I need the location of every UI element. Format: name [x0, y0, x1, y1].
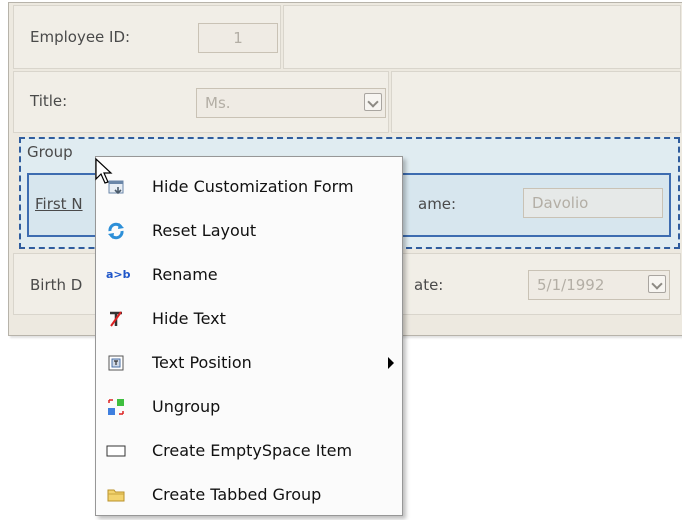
menu-item-label: Hide Customization Form — [152, 177, 354, 196]
employee-id-item[interactable]: Employee ID: 1 — [13, 5, 281, 69]
first-name-label: First N — [35, 195, 83, 213]
title-item[interactable]: Title: Ms. — [13, 71, 389, 133]
menu-item-label: Text Position — [152, 353, 252, 372]
last-name-value: Davolio — [532, 194, 589, 212]
birth-date-label: Birth D — [30, 276, 83, 294]
hire-date-combobox[interactable]: 5/1/1992 — [528, 270, 670, 300]
empty-space-item-2[interactable] — [391, 71, 681, 133]
menu-item-reset-layout[interactable]: Reset Layout — [96, 209, 402, 253]
title-label: Title: — [30, 92, 68, 110]
menu-item-hide-text[interactable]: Hide Text — [96, 297, 402, 341]
menu-item-rename[interactable]: a>b Rename — [96, 253, 402, 297]
menu-item-create-emptyspace-item[interactable]: Create EmptySpace Item — [96, 429, 402, 473]
employee-id-label: Employee ID: — [30, 28, 131, 46]
menu-item-hide-customization-form[interactable]: Hide Customization Form — [96, 165, 402, 209]
hire-date-dropdown-button[interactable] — [648, 275, 666, 293]
empty-space-item-icon — [106, 445, 126, 457]
menu-item-ungroup[interactable]: Ungroup — [96, 385, 402, 429]
hire-date-label: ate: — [414, 276, 444, 294]
menu-item-label: Reset Layout — [152, 221, 257, 240]
mouse-pointer-icon — [95, 158, 113, 184]
folder-icon — [107, 489, 125, 502]
last-name-field[interactable]: Davolio — [523, 188, 663, 218]
group-caption: Group — [27, 143, 73, 161]
submenu-arrow-icon — [388, 357, 394, 369]
rename-icon: a>b — [106, 265, 131, 285]
title-value: Ms. — [205, 94, 231, 112]
hire-date-value: 5/1/1992 — [537, 276, 605, 294]
context-menu: Hide Customization Form Reset Layout a>b… — [95, 156, 403, 516]
hide-text-icon — [110, 311, 122, 327]
reset-layout-icon — [108, 222, 124, 240]
menu-item-create-tabbed-group[interactable]: Create Tabbed Group — [96, 473, 402, 517]
hire-date-item[interactable]: ate: 5/1/1992 — [391, 253, 681, 315]
menu-item-text-position[interactable]: Text Position — [96, 341, 402, 385]
ungroup-icon — [108, 399, 124, 415]
rename-icon-text: a>b — [106, 268, 131, 281]
employee-id-value: 1 — [233, 29, 243, 47]
title-combobox[interactable]: Ms. — [196, 88, 386, 118]
menu-item-label: Rename — [152, 265, 218, 284]
menu-item-label: Hide Text — [152, 309, 226, 328]
menu-item-label: Create EmptySpace Item — [152, 441, 353, 460]
menu-item-label: Ungroup — [152, 397, 221, 416]
text-position-icon — [108, 355, 124, 371]
last-name-label: ame: — [418, 195, 457, 213]
menu-item-label: Create Tabbed Group — [152, 485, 322, 504]
title-dropdown-button[interactable] — [364, 93, 382, 111]
empty-space-item-1[interactable] — [283, 5, 681, 69]
employee-id-field[interactable]: 1 — [198, 23, 278, 53]
